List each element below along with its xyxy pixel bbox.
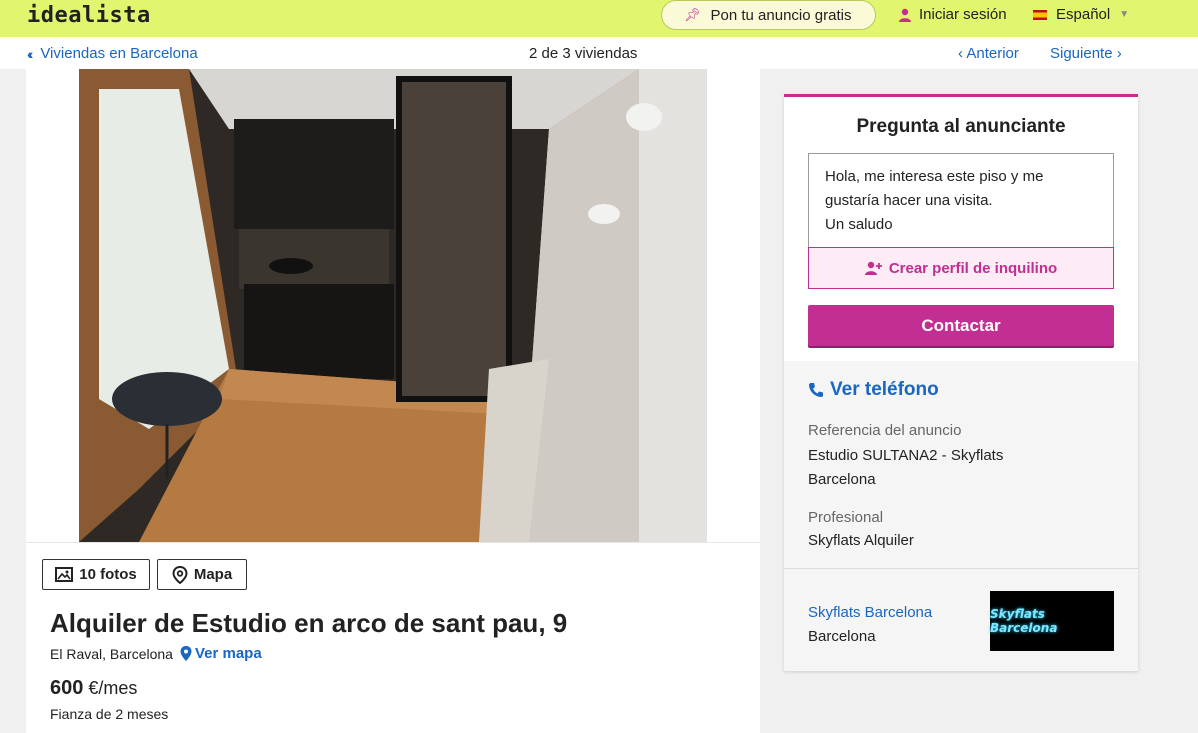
chevron-right-icon: › [1116,45,1122,62]
publish-ad-label: Pon tu anuncio gratis [710,6,852,24]
tenant-profile-label: Crear perfil de inquilino [888,259,1058,277]
listing-main: 10 fotos Mapa Alquiler de Estudio en arc… [26,69,760,733]
see-map-link[interactable]: Ver mapa [180,645,262,662]
contact-heading: Pregunta al anunciante [856,116,1066,137]
pager-text: 2 de 3 viviendas [529,45,638,62]
agency-city: Barcelona [808,628,876,645]
chevron-left-icon: ‹ [958,45,963,62]
next-link[interactable]: Siguiente › [1050,45,1122,62]
image-icon [55,567,74,582]
add-user-icon [864,261,882,275]
agency-link[interactable]: Skyflats Barcelona [808,604,932,621]
top-bar: idealista 📌︎ Pon tu anuncio gratis Inici… [0,0,1198,37]
login-link[interactable]: Iniciar sesión [898,6,1007,23]
location-pin-icon [180,646,192,661]
listing-nav: ‹‹ Viviendas en Barcelona 2 de 3 viviend… [0,37,1198,69]
photos-label: 10 fotos [79,566,137,583]
divider [26,542,760,543]
professional-label: Profesional [808,509,884,526]
login-label: Iniciar sesión [919,6,1007,23]
main-photo[interactable] [79,69,707,542]
price-unit: €/mes [88,678,138,698]
listing-title: Alquiler de Estudio en arco de sant pau,… [50,608,568,638]
see-map-label: Ver mapa [194,645,262,662]
contact-card: Pregunta al anunciante Hola, me interesa… [784,94,1138,671]
language-label: Español [1056,6,1111,23]
idealista-logo[interactable]: idealista [27,3,151,28]
back-to-results-link[interactable]: ‹‹ Viviendas en Barcelona [27,45,198,62]
map-pin-icon [172,565,188,584]
deposit-text: Fianza de 2 meses [50,706,169,722]
contact-button[interactable]: Contactar [808,305,1114,346]
agency-logo[interactable]: Skyflats Barcelona [990,591,1114,651]
location-text: El Raval, Barcelona [50,645,173,662]
phone-label: Ver teléfono [830,379,939,400]
double-chevron-left-icon: ‹‹ [27,45,34,62]
publish-ad-button[interactable]: 📌︎ Pon tu anuncio gratis [661,0,876,30]
map-label: Mapa [193,566,233,583]
listing-location: El Raval, Barcelona Ver mapa [50,645,262,662]
next-label: Siguiente [1050,45,1113,62]
reference-label: Referencia del anuncio [808,422,962,439]
show-phone-link[interactable]: Ver teléfono [808,379,939,401]
listing-price: 600 €/mes [50,677,137,700]
chevron-down-icon: ▼ [1119,9,1130,20]
reference-value: Estudio SULTANA2 - Skyflats Barcelona [808,447,1004,488]
phone-icon [809,383,823,397]
message-textarea[interactable]: Hola, me interesa este piso y me gustarí… [808,153,1114,249]
create-tenant-profile-button[interactable]: Crear perfil de inquilino [808,247,1114,289]
language-selector[interactable]: Español ▼ [1033,6,1129,23]
professional-value: Skyflats Alquiler [808,532,914,549]
pushpin-icon: 📌︎ [684,7,701,22]
agency-logo-text: Skyflats Barcelona [990,607,1058,635]
user-icon [899,8,911,22]
previous-link[interactable]: ‹ Anterior [958,45,1019,62]
apartment-photo-image [79,69,707,542]
divider [784,568,1138,569]
photos-button[interactable]: 10 fotos [42,559,150,590]
previous-label: Anterior [966,45,1019,62]
contact-form: Pregunta al anunciante Hola, me interesa… [784,97,1138,361]
map-button[interactable]: Mapa [157,559,247,590]
spain-flag-icon [1033,9,1047,20]
price-value: 600 [50,677,84,699]
back-label: Viviendas en Barcelona [40,45,198,62]
